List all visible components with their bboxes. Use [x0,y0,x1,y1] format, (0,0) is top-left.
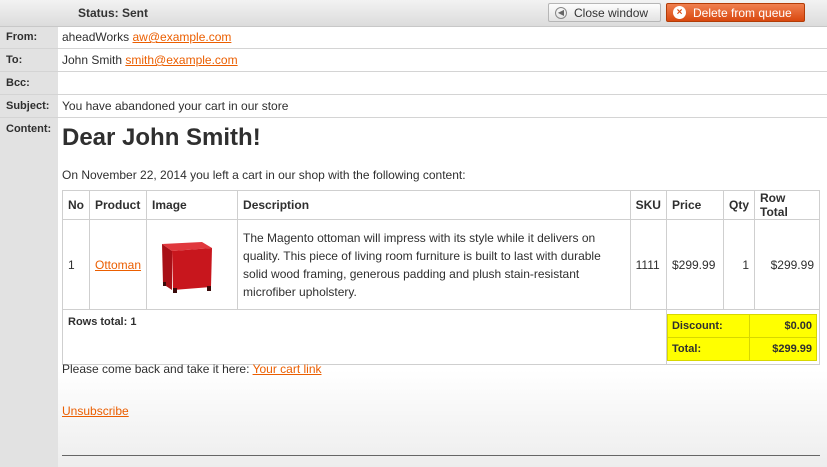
subject-value: You have abandoned your cart in our stor… [62,99,289,113]
close-window-label: Close window [574,5,649,20]
table-row: 1 Ottoman The Magento ottoman will impre… [62,219,820,310]
delete-label: Delete from queue [693,5,792,20]
divider [62,455,820,456]
delete-from-queue-button[interactable]: × Delete from queue [666,3,805,22]
to-value: John Smith smith@example.com [62,53,238,67]
row-qty: 1 [722,219,756,310]
come-back-text: Please come back and take it here: [62,362,250,376]
cart-header-row: No Product Image Description SKU Price Q… [62,190,820,220]
to-email-link[interactable]: smith@example.com [125,53,237,67]
from-label: From: [6,31,38,43]
col-image: Image [146,190,239,220]
totals-cell: Discount: $0.00 Total: $299.99 [665,309,821,365]
from-row: From: aheadWorks aw@example.com [0,27,827,49]
total-value: $299.99 [749,336,817,361]
totals-table: Discount: $0.00 Total: $299.99 [666,313,817,361]
to-label: To: [6,54,23,66]
bcc-row: Bcc: [0,72,827,95]
close-icon: × [673,6,686,19]
subject-row: Subject: You have abandoned your cart in… [0,95,827,118]
col-price: Price [665,190,724,220]
row-description: The Magento ottoman will impress with it… [237,219,631,310]
col-sku: SKU [629,190,667,220]
col-no: No [62,190,90,220]
email-intro: On November 22, 2014 you left a cart in … [62,168,466,182]
status-text: Status: Sent [78,6,149,20]
cart-table: No Product Image Description SKU Price Q… [62,190,821,365]
from-value: aheadWorks aw@example.com [62,30,231,44]
row-price: $299.99 [665,219,724,310]
from-name: aheadWorks [62,30,130,44]
from-email-link[interactable]: aw@example.com [133,30,232,44]
ottoman-image [152,232,218,298]
cart-link[interactable]: Your cart link [253,362,322,376]
bcc-label: Bcc: [6,77,30,89]
unsubscribe-link[interactable]: Unsubscribe [62,404,129,418]
col-product: Product [88,190,148,220]
footer-gradient [58,370,827,467]
rows-total: Rows total: 1 [62,309,667,365]
row-no: 1 [62,219,90,310]
subject-label: Subject: [6,100,50,112]
row-sku: 1111 [629,219,667,310]
email-greeting: Dear John Smith! [62,124,261,151]
to-row: To: John Smith smith@example.com [0,49,827,72]
row-total: $299.99 [754,219,820,310]
come-back-line: Please come back and take it here: Your … [62,362,322,376]
col-row-total: Row Total [754,190,820,220]
totals-row: Rows total: 1 Discount: $0.00 Total: $299.… [62,309,821,365]
discount-value: $0.00 [749,313,817,338]
to-name: John Smith [62,53,123,67]
close-window-button[interactable]: ◀ Close window [548,3,661,22]
col-qty: Qty [722,190,756,220]
row-product: Ottoman [88,219,148,310]
discount-label: Discount: [666,313,751,338]
col-description: Description [237,190,631,220]
toolbar: Status: Sent ◀ Close window × Delete fro… [0,0,827,27]
back-arrow-icon: ◀ [555,6,567,19]
product-link[interactable]: Ottoman [95,258,141,272]
total-label: Total: [666,336,751,361]
row-image-cell [146,219,239,310]
content-label: Content: [6,123,52,135]
